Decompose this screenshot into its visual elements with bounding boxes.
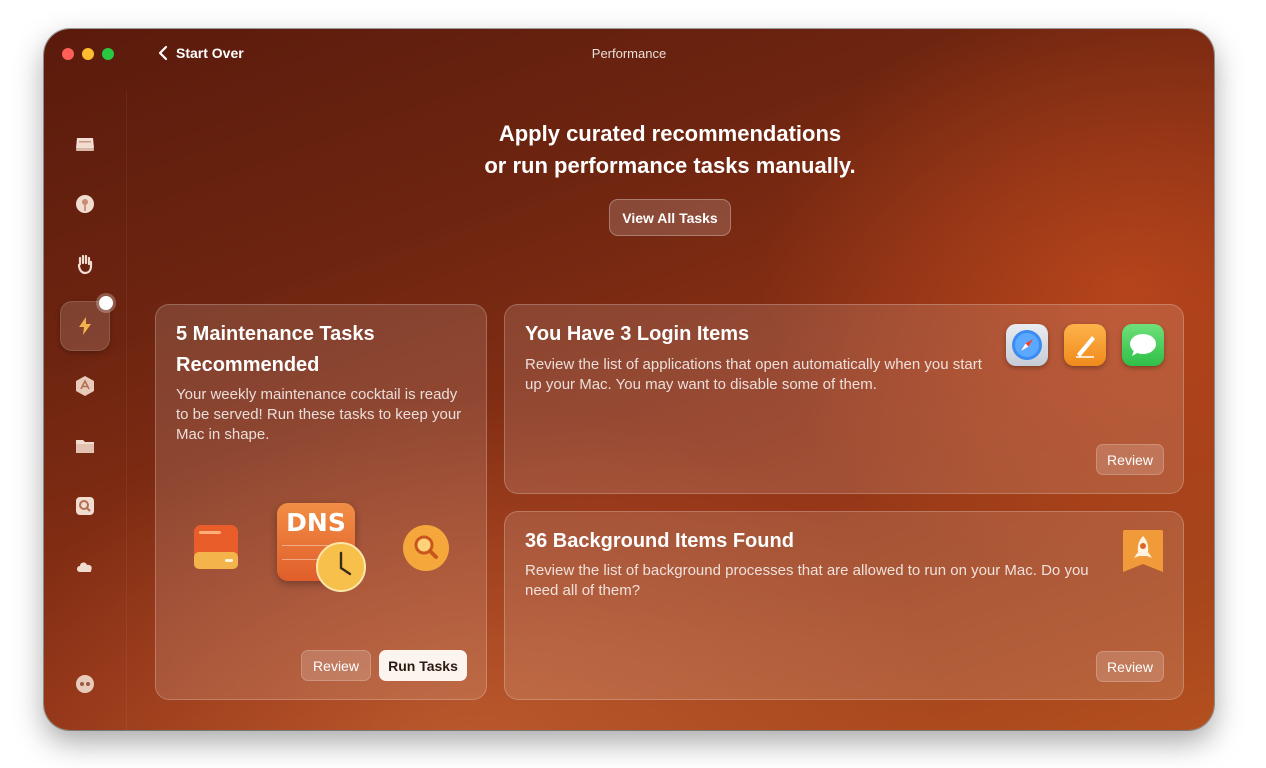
rocket-icon xyxy=(1123,530,1163,572)
background-items-review-button[interactable]: Review xyxy=(1096,651,1164,682)
login-items-title: You Have 3 Login Items xyxy=(525,323,750,345)
clock-icon xyxy=(316,542,366,592)
lightning-icon xyxy=(79,317,91,335)
background-items-description: Review the list of background processes … xyxy=(525,562,1089,599)
shield-icon xyxy=(76,195,94,213)
sidebar-item-privacy[interactable] xyxy=(60,239,110,289)
sidebar-item-performance[interactable] xyxy=(60,296,113,351)
window-title: Performance xyxy=(591,46,667,61)
cloud-icon xyxy=(77,562,92,572)
sidebar xyxy=(44,91,127,730)
run-tasks-button[interactable]: Run Tasks xyxy=(379,650,467,681)
login-items-review-button[interactable]: Review xyxy=(1096,444,1164,475)
login-items-description: Review the list of applications that ope… xyxy=(525,356,982,393)
app-window: Start Over Performance Apply curated rec… xyxy=(44,29,1214,730)
folder-icon xyxy=(76,440,94,453)
maintenance-review-button[interactable]: Review xyxy=(301,650,371,681)
view-all-tasks-button[interactable]: View All Tasks xyxy=(609,199,731,236)
assistant-icon xyxy=(76,675,94,693)
background-items-card: 36 Background Items Found Review the lis… xyxy=(504,511,1184,700)
pages-icon xyxy=(1064,324,1106,366)
sidebar-item-space-lens[interactable] xyxy=(60,481,110,531)
headline-line-2: or run performance tasks manually. xyxy=(484,153,856,178)
headline-line-1: Apply curated recommendations xyxy=(498,121,842,146)
search-icon xyxy=(403,525,449,571)
hand-icon xyxy=(77,254,93,275)
safari-icon xyxy=(1006,324,1048,366)
maintenance-title-line-2: Recommended xyxy=(176,354,320,376)
sidebar-item-protection[interactable] xyxy=(60,179,110,229)
messages-icon xyxy=(1122,324,1164,366)
sidebar-item-applications[interactable] xyxy=(60,361,110,411)
notification-badge xyxy=(99,296,113,310)
sidebar-item-cleanup[interactable] xyxy=(60,119,110,169)
maintenance-description: Your weekly maintenance cocktail is read… xyxy=(176,386,462,443)
assistant-button[interactable] xyxy=(60,659,110,709)
login-items-card: You Have 3 Login Items Review the list o… xyxy=(504,304,1184,494)
apps-icon xyxy=(76,376,94,396)
drive-icon xyxy=(194,525,238,569)
page-headline: Apply curated recommendations or run per… xyxy=(126,118,1214,182)
maintenance-title-line-1: 5 Maintenance Tasks xyxy=(176,323,375,345)
magnifier-icon xyxy=(76,497,94,515)
maintenance-title: 5 Maintenance Tasks Recommended xyxy=(176,319,476,381)
disk-icon xyxy=(76,138,94,151)
background-items-title: 36 Background Items Found xyxy=(525,530,794,552)
sidebar-item-cloud[interactable] xyxy=(60,541,110,591)
maintenance-card: 5 Maintenance Tasks Recommended Your wee… xyxy=(155,304,487,700)
dns-label: DNS xyxy=(286,508,346,537)
sidebar-item-my-clutter[interactable] xyxy=(60,421,110,471)
